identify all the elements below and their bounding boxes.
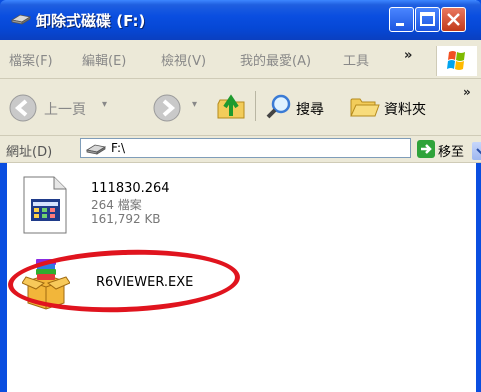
address-input[interactable]: F:\ bbox=[80, 138, 481, 160]
back-label: 上一頁 bbox=[44, 102, 86, 118]
toolbar-separator bbox=[255, 91, 256, 121]
up-folder-button[interactable] bbox=[214, 89, 248, 125]
title-bar[interactable]: 卸除式磁碟 (F:) bbox=[0, 0, 481, 40]
maximize-button[interactable] bbox=[415, 7, 440, 32]
menu-edit[interactable]: 編輯(E) bbox=[82, 50, 126, 69]
video-file-icon bbox=[23, 176, 67, 234]
drive-icon bbox=[10, 14, 32, 25]
windows-logo bbox=[436, 46, 477, 76]
go-button[interactable]: 移至 bbox=[414, 138, 478, 160]
search-button[interactable]: 搜尋 bbox=[264, 89, 344, 125]
forward-arrow-icon bbox=[153, 94, 181, 122]
back-button[interactable]: 上一頁 ▾ bbox=[6, 89, 116, 125]
address-value: F:\ bbox=[111, 141, 126, 155]
back-dropdown-icon[interactable]: ▾ bbox=[102, 99, 107, 110]
menu-overflow-chevron[interactable]: » bbox=[404, 48, 412, 63]
menu-file[interactable]: 檔案(F) bbox=[9, 50, 53, 69]
forward-dropdown-icon[interactable]: ▾ bbox=[192, 99, 197, 110]
forward-button[interactable]: ▾ bbox=[150, 89, 200, 125]
file-item[interactable]: 111830.264 264 檔案 161,792 KB bbox=[20, 175, 220, 235]
menu-tools[interactable]: 工具 bbox=[343, 50, 369, 69]
close-button[interactable] bbox=[441, 7, 466, 32]
standard-toolbar: 上一頁 ▾ ▾ 搜尋 資料夾 » bbox=[0, 79, 481, 136]
search-icon bbox=[266, 94, 291, 119]
folders-button[interactable]: 資料夾 bbox=[348, 89, 448, 125]
drive-icon bbox=[85, 144, 107, 155]
minimize-icon bbox=[396, 23, 404, 26]
file-size: 161,792 KB bbox=[91, 212, 161, 226]
menu-favorites[interactable]: 我的最愛(A) bbox=[240, 50, 311, 69]
address-bar: 網址(D) F:\ 移至 bbox=[0, 136, 481, 163]
windows-flag-icon bbox=[447, 51, 465, 70]
go-label: 移至 bbox=[438, 145, 465, 160]
folder-up-icon bbox=[217, 94, 245, 119]
file-type: 264 檔案 bbox=[91, 198, 142, 212]
maximize-icon bbox=[420, 12, 435, 26]
minimize-button[interactable] bbox=[389, 7, 414, 32]
folders-label: 資料夾 bbox=[384, 102, 426, 118]
window-title: 卸除式磁碟 (F:) bbox=[36, 12, 146, 30]
file-name: 111830.264 bbox=[91, 181, 170, 196]
menu-view[interactable]: 檢視(V) bbox=[161, 50, 206, 69]
folder-icon bbox=[350, 98, 380, 117]
address-label: 網址(D) bbox=[6, 145, 53, 160]
go-arrow-icon bbox=[417, 140, 435, 158]
search-label: 搜尋 bbox=[296, 102, 324, 118]
menu-bar: 檔案(F) 編輯(E) 檢視(V) 我的最愛(A) 工具 » bbox=[0, 40, 481, 79]
back-arrow-icon bbox=[9, 94, 37, 122]
toolbar-overflow-chevron[interactable]: » bbox=[463, 85, 471, 99]
close-icon bbox=[447, 13, 460, 26]
